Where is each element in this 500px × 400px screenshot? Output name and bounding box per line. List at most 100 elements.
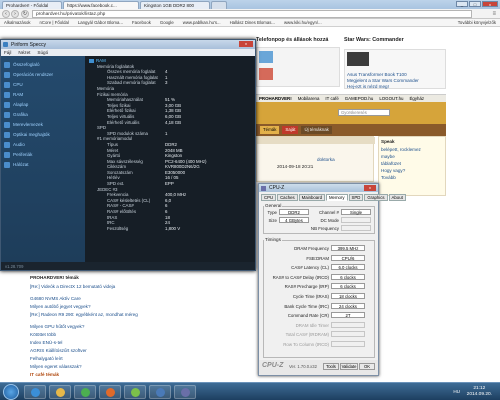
menu-icon[interactable]: ≡ [492,11,496,17]
tab-graphics[interactable]: Graphics [364,194,388,201]
list-item[interactable]: AGRIS Kiállítószűrt szoftver [30,348,87,353]
bookmark-item[interactable]: Google [160,20,174,25]
menu-file[interactable]: Fájl [4,50,11,55]
speccy-window: Piriform Speccy x Fájl Nézet Súgó Összef… [0,39,256,271]
taskbar-app[interactable] [149,385,171,399]
validate-button[interactable]: Validate [340,363,358,370]
tab-uj[interactable]: Új témáknak [301,126,332,134]
nav-item[interactable]: Égyház [409,96,424,101]
speccy-titlebar: Piriform Speccy x [1,40,255,49]
tab-caches[interactable]: Caches [277,194,298,201]
taskbar-app[interactable] [74,385,96,399]
bookmark-item[interactable]: Hallász Dines Blomas... [230,20,275,25]
taskbar-app[interactable] [124,385,146,399]
bookmark-item[interactable]: www.pablkan.hu's... [183,20,221,25]
network-icon [4,161,10,168]
tab-mainboard[interactable]: Mainboard [298,194,325,201]
taskbar-app[interactable] [174,385,196,399]
back-icon[interactable]: ‹ [2,10,10,18]
list-item[interactable]: Index ENÚ-s-tel [30,340,62,345]
sidebar-item-summary[interactable]: Összefoglaló [4,60,40,69]
list-item[interactable]: Felhalygató leírt [30,356,63,361]
nav-item[interactable]: GAMEPOD.hu [345,96,374,101]
menu-view[interactable]: Nézet [18,50,30,55]
sidebar-item-optical[interactable]: Optikai meghajtók [4,130,50,139]
side-item[interactable]: belépett, rocklemez [381,147,421,152]
sidebar-item-os[interactable]: Operációs rendszer [4,70,53,79]
channel-label: Channel # [318,210,339,215]
timing-label: RAS# to CAS# Delay (tRCD) [272,274,329,280]
clock[interactable]: 21:12 2014.09.20. [467,386,492,398]
side-item[interactable]: Hogy vagy? [381,168,405,173]
sidebar-item-motherboard[interactable]: Alaplap [4,100,28,109]
list-item[interactable]: Milyen GPU hűtőt vegyek? [30,324,84,329]
speccy-app-icon [3,42,8,47]
forward-icon[interactable]: › [11,10,19,18]
sidebar-item-peripherals[interactable]: Periferiák [4,150,32,159]
sidebar-item-label: CPU [13,82,23,87]
url-input[interactable]: prohardver.hu/privatok/listaz.php [32,10,472,18]
browser-tab[interactable]: Prohardver! - Főoldal [2,1,62,9]
sidebar-item-graphics[interactable]: Grafika [4,110,28,119]
sidebar-item-network[interactable]: Hálózat [4,160,29,169]
news-link[interactable]: Asus Transformer Book T100 [347,72,407,77]
maximize-icon[interactable]: □ [469,1,481,7]
list-item[interactable]: [Re:] Videók a DirectX 12 bemutató videj… [30,284,115,289]
list-item[interactable]: Milyen egeret válasszak? [30,364,82,369]
taskbar-app[interactable] [99,385,121,399]
new-tab-button[interactable] [211,1,227,9]
timing-value: 2T [331,312,365,319]
news-link[interactable]: Megjelent a Star Wars Commander [347,78,419,83]
browser-tab-active[interactable]: https://www.facebook.c... [63,1,139,9]
minimize-icon[interactable]: _ [456,1,468,7]
bookmark-item[interactable]: Facebook [132,20,151,25]
sidebar-item-ram[interactable]: RAM [4,90,23,99]
search-input[interactable]: Gyorskeresés [338,109,390,116]
language-indicator[interactable]: HU [453,389,460,394]
timing-label: RAS# Precharge (tRP) [284,284,329,290]
sidebar-item-audio[interactable]: Audio [4,140,25,149]
start-button[interactable] [3,384,19,400]
nav-item[interactable]: LOGOUT.hu [379,96,403,101]
reload-icon[interactable]: ↻ [21,10,29,18]
list-item[interactable]: G4680 NVMS Aktív Care [30,296,81,301]
list-item[interactable]: Milyen autóbő jegyet vegyek? [30,304,91,309]
banner-title[interactable]: Telefonpop és állások hozzá [256,37,340,47]
nav-item[interactable]: PROHARDVER! [259,96,292,101]
list-item[interactable]: Kötöttet több [30,332,56,337]
sidebar-item-cpu[interactable]: CPU [4,80,23,89]
timing-label: DRAM Idle Timer [295,322,329,328]
tab-cpu[interactable]: CPU [261,194,277,201]
side-item[interactable]: táblafüzet [381,161,401,166]
sidebar-item-label: Optikai meghajtók [13,132,50,137]
tab-memory[interactable]: Memory [325,194,348,201]
close-icon[interactable]: x [239,41,253,47]
nav-item[interactable]: IT café [325,96,338,101]
side-item[interactable]: Tovább [381,175,396,180]
close-icon[interactable]: x [482,1,498,7]
menu-help[interactable]: Súgó [37,50,48,55]
tab-sajat[interactable]: Saját [282,126,299,134]
taskbar-app[interactable] [24,385,46,399]
news-link[interactable]: Hej-ezt is nézd meg! [347,84,389,89]
post-user[interactable]: doktorka [317,157,335,162]
taskbar-app[interactable] [49,385,71,399]
nav-item[interactable]: Mobilarena [298,96,320,101]
list-item[interactable]: [Re:] Radeon R9 290: egyébként az, mondh… [30,312,138,317]
bookmark-item[interactable]: Langyál Gábor Bloma... [78,20,123,25]
bookmark-item[interactable]: További könyvjelzők [458,20,496,25]
bookmark-item[interactable]: nCore | Főoldal [40,20,69,25]
browser-tab[interactable]: Kingston 1GB DDR2 800 [140,1,210,9]
tab-spd[interactable]: SPD [348,194,364,201]
side-item[interactable]: maybe [381,154,395,159]
tab-temak[interactable]: Témák [260,126,280,134]
tools-button[interactable]: Tools [323,363,339,370]
right-banner-title[interactable]: Star Wars: Commander [344,37,446,49]
close-icon[interactable]: x [364,185,376,191]
bookmark-item[interactable]: Alkalmazások [4,20,31,25]
chrome-icon [80,388,90,397]
tab-about[interactable]: About [388,194,406,201]
ok-button[interactable]: OK [359,363,375,370]
sidebar-item-hdd[interactable]: Merevlemezek [4,120,43,129]
bookmark-item[interactable]: www.kiki.hu/egyn/... [284,20,322,25]
